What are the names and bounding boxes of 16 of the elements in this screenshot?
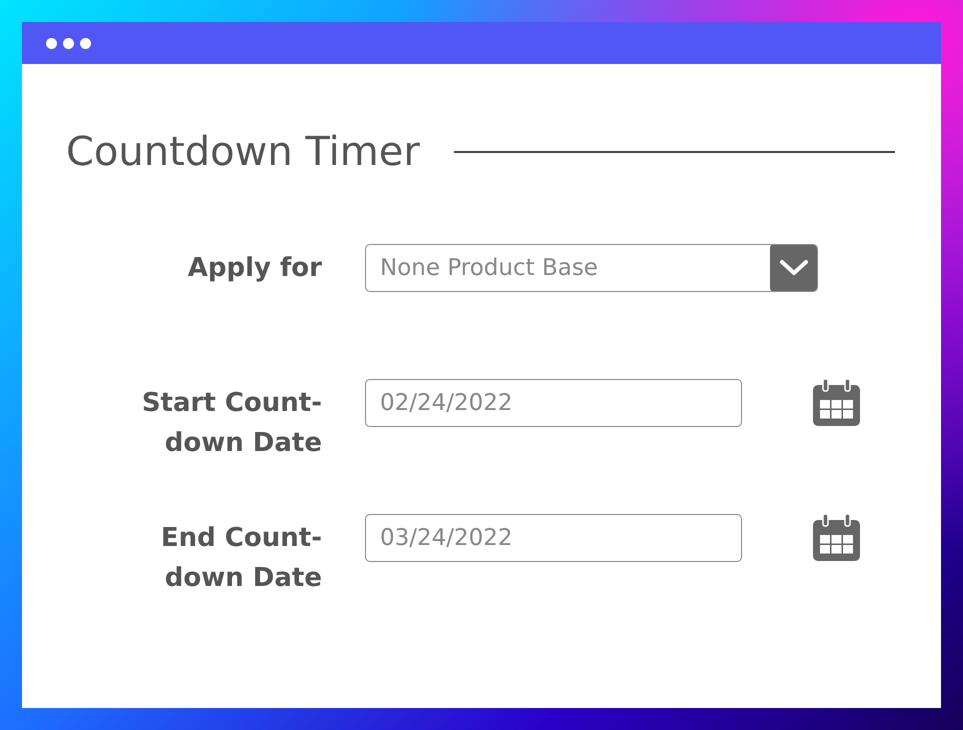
calendar-button[interactable]: [812, 379, 861, 427]
page-title: Countdown Timer: [66, 128, 420, 177]
date-field[interactable]: 03/24/2022: [365, 514, 742, 562]
window-dot: [80, 38, 91, 48]
field-label: End Count-down Date: [160, 522, 322, 595]
calendar-icon: [812, 379, 861, 427]
dropdown-button[interactable]: [770, 245, 817, 291]
window-dot: [46, 38, 57, 48]
select-field[interactable]: None Product Base: [365, 244, 818, 292]
field-label: Apply for: [188, 252, 322, 285]
chevron-down-icon: [779, 259, 809, 277]
window-dot: [63, 38, 74, 48]
calendar-icon: [812, 514, 861, 562]
date-field[interactable]: 02/24/2022: [365, 379, 742, 427]
field-label: Start Count-down Date: [140, 387, 322, 460]
calendar-button[interactable]: [812, 514, 861, 562]
